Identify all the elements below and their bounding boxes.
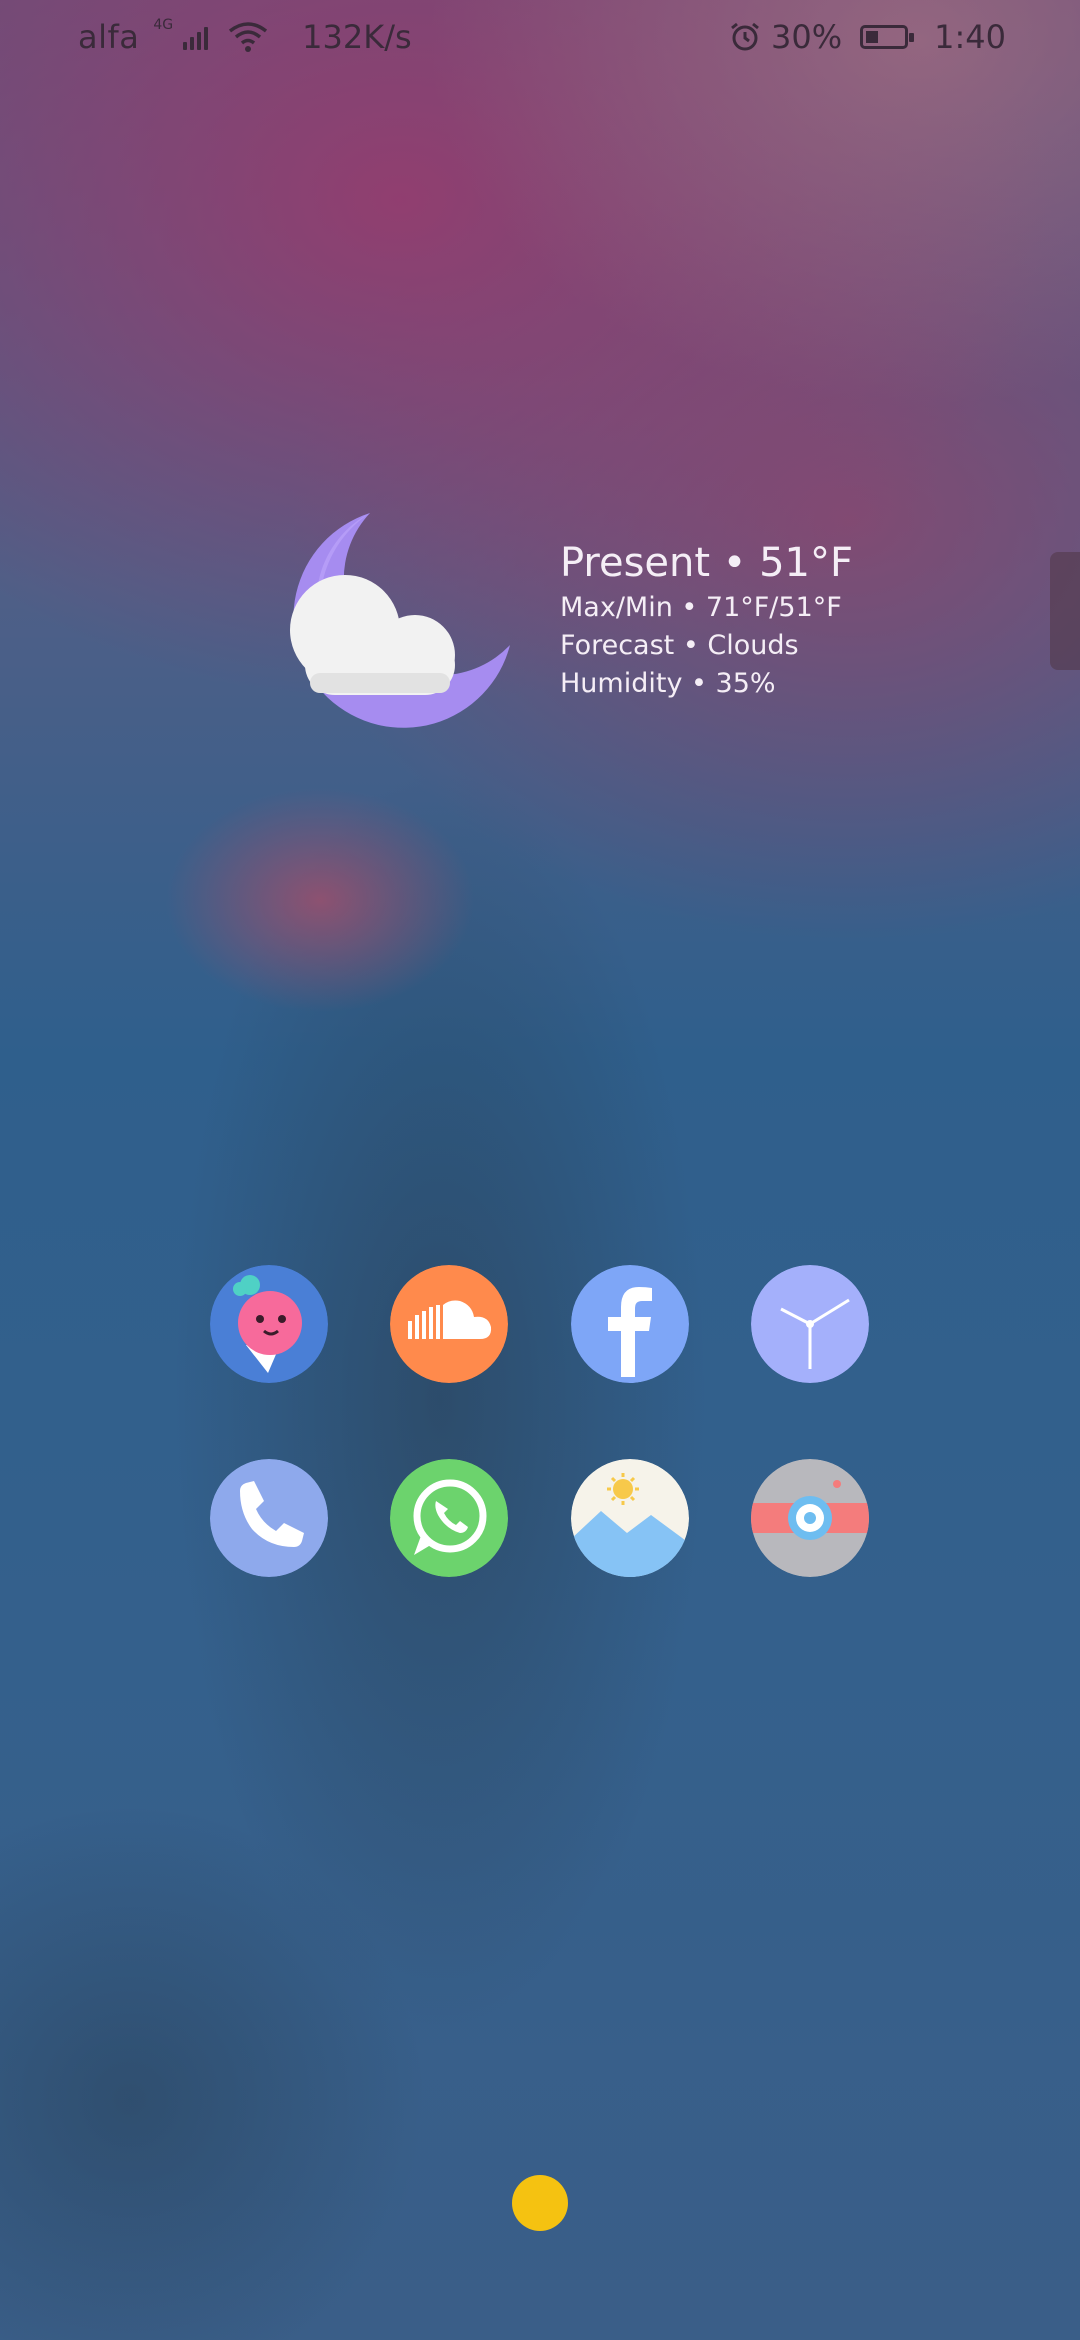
carrier-name: alfa bbox=[78, 18, 140, 56]
weather-humidity: Humidity • 35% bbox=[560, 668, 776, 699]
battery-percent: 30% bbox=[771, 18, 843, 56]
net-speed: 132K/s bbox=[302, 18, 412, 56]
status-left: alfa 4G 132K/s bbox=[78, 17, 412, 56]
weather-max-min: Max/Min • 71°F/51°F bbox=[560, 592, 842, 623]
battery-icon bbox=[860, 25, 915, 49]
dove-app-icon[interactable] bbox=[210, 1265, 328, 1383]
status-bar: alfa 4G 132K/s 30% 1:40 bbox=[0, 0, 1080, 72]
alarm-icon bbox=[731, 22, 759, 51]
signal-icon bbox=[183, 24, 209, 50]
wallpaper bbox=[0, 0, 1080, 2340]
night-cloudy-icon[interactable] bbox=[270, 505, 520, 735]
clock-app-icon[interactable] bbox=[751, 1265, 869, 1383]
soundcloud-app-icon[interactable] bbox=[390, 1265, 508, 1383]
phone-app-icon[interactable] bbox=[210, 1459, 328, 1577]
camera-app-icon[interactable] bbox=[751, 1459, 869, 1577]
whatsapp-app-icon[interactable] bbox=[390, 1459, 508, 1577]
page-indicator-dot[interactable] bbox=[512, 2175, 568, 2231]
weather-forecast: Forecast • Clouds bbox=[560, 630, 799, 661]
facebook-app-icon[interactable] bbox=[571, 1265, 689, 1383]
status-right: 30% 1:40 bbox=[729, 18, 1006, 56]
network-type: 4G bbox=[153, 17, 174, 33]
edge-panel-handle[interactable] bbox=[1050, 552, 1080, 670]
weather-widget[interactable]: Present • 51°F Max/Min • 71°F/51°F Forec… bbox=[560, 537, 853, 703]
clock-time: 1:40 bbox=[934, 18, 1006, 56]
wifi-icon bbox=[229, 22, 268, 52]
weather-present: Present • 51°F bbox=[560, 540, 854, 586]
gallery-app-icon[interactable] bbox=[571, 1459, 689, 1577]
